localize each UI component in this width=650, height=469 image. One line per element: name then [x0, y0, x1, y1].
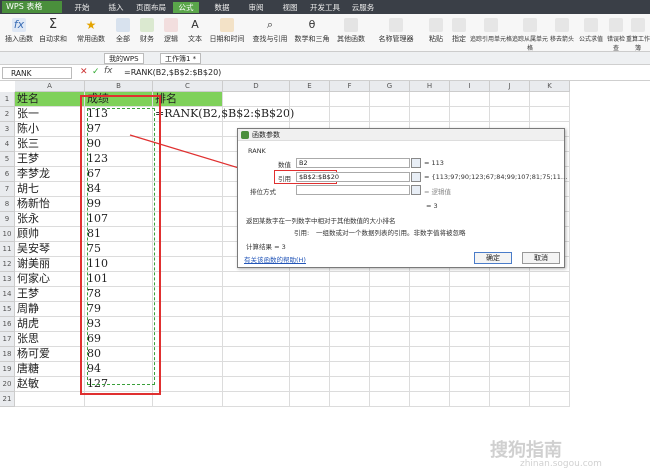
fx-icon[interactable]: fx	[104, 66, 113, 76]
ok-button[interactable]: 确定	[474, 252, 512, 264]
logic-button[interactable]: 逻辑	[160, 16, 182, 50]
doc-tab-workbook[interactable]: 工作簿1 *	[160, 53, 202, 64]
trace-dependents-button[interactable]: 追踪从属单元格	[512, 16, 548, 52]
finance-button[interactable]: 财务	[136, 16, 158, 50]
arg2-label: 引用	[278, 175, 291, 183]
arg3-result: = 逻辑值	[424, 188, 452, 196]
remove-arrows-button[interactable]: 移去箭头	[548, 16, 576, 50]
menu-tab-developer[interactable]: 开发工具	[308, 2, 342, 13]
common-functions-button[interactable]: ★ 常用函数	[72, 16, 110, 50]
menu-tab-cloud[interactable]: 云服务	[348, 2, 378, 13]
menu-tab-page-layout[interactable]: 页面布局	[136, 2, 166, 13]
menu-tab-home[interactable]: 开始	[70, 2, 94, 13]
calendar-icon	[220, 18, 234, 32]
fx-icon: fx	[12, 18, 26, 32]
calc-result: 计算结果 = 3	[246, 243, 286, 251]
arg3-label: 排位方式	[250, 188, 276, 196]
search-icon: ⌕	[266, 18, 274, 31]
star-icon: ★	[85, 18, 97, 32]
menu-tab-formula[interactable]: 公式	[173, 2, 199, 13]
trace-precedents-button[interactable]: 追踪引用单元格	[470, 16, 512, 50]
ribbon: fx 插入函数 Σ 自动求和 ★ 常用函数 全部 财务 逻辑 A 文本 日期和时间 ⌕ 查…	[0, 14, 650, 52]
ref-description: 一组数或对一个数据列表的引用。非数字值将被忽略	[316, 229, 466, 237]
formula-input[interactable]: =RANK(B2,$B$2:$B$20)	[124, 67, 644, 79]
evaluate-icon	[584, 18, 598, 32]
dialog-app-icon	[241, 131, 249, 139]
evaluate-formula-button[interactable]: 公式求值	[576, 16, 606, 50]
autosum-button[interactable]: Σ 自动求和	[36, 16, 70, 50]
formula-bar: RANK ✕ ✓ fx =RANK(B2,$B$2:$B$20)	[0, 65, 650, 81]
more-functions-icon	[344, 18, 358, 32]
doc-tab-my-wps[interactable]: 我的WPS	[104, 53, 144, 64]
quick-toolbar: 我的WPS 工作簿1 *	[0, 52, 650, 65]
logic-icon	[164, 18, 178, 32]
other-functions-button[interactable]: 其他函数	[334, 16, 368, 50]
theta-icon: θ	[308, 18, 316, 31]
remove-arrow-icon	[555, 18, 569, 32]
function-description: 返回某数字在一列数字中相对于其他数值的大小排名	[246, 217, 396, 225]
wps-app-button[interactable]: WPS 表格	[2, 1, 62, 13]
recalculate-button[interactable]: 重算工作簿	[626, 16, 650, 52]
recalc-icon	[631, 18, 645, 32]
arg1-result: = 113	[424, 159, 444, 167]
math-trig-button[interactable]: θ 数学和三角	[292, 16, 332, 50]
trace-icon	[484, 18, 498, 32]
arg1-collapse-icon[interactable]	[411, 158, 421, 168]
date-time-button[interactable]: 日期和时间	[208, 16, 246, 50]
arg2-result: = {113;97;90;123;67;84;99;107;81;75;11…	[424, 173, 568, 181]
title-bar: WPS 表格 开始 插入 页面布局 公式 数据 审阅 视图 开发工具 云服务	[0, 0, 650, 14]
arg3-input[interactable]	[296, 185, 410, 195]
arg1-input[interactable]: B2	[296, 158, 410, 168]
arg2-input[interactable]: $B$2:$B$20	[296, 172, 410, 182]
error-check-icon	[609, 18, 623, 32]
name-box[interactable]: RANK	[2, 67, 72, 79]
trace-dependents-icon	[523, 18, 537, 32]
watermark-url: zhinan.sogou.com	[520, 459, 602, 469]
specify-icon	[452, 18, 466, 32]
menu-tab-insert[interactable]: 插入	[104, 2, 128, 13]
paste-icon	[429, 18, 443, 32]
cancel-button[interactable]: 取消	[522, 252, 560, 264]
arg2-collapse-icon[interactable]	[411, 172, 421, 182]
arg1-label: 数值	[278, 161, 291, 169]
menu-tab-data[interactable]: 数据	[210, 2, 234, 13]
name-manager-button[interactable]: 名称管理器	[378, 16, 414, 50]
error-check-button[interactable]: 错误检查	[606, 16, 626, 52]
dialog-title: 函数参数	[238, 129, 564, 141]
tag-icon	[389, 18, 403, 32]
insert-function-button[interactable]: fx 插入函数	[4, 16, 34, 50]
text-icon: A	[191, 18, 199, 31]
specify-button[interactable]: 指定	[448, 16, 470, 50]
calculator-icon	[116, 18, 130, 32]
function-name: RANK	[248, 147, 266, 155]
text-button[interactable]: A 文本	[184, 16, 206, 50]
ref-desc-label: 引用:	[294, 229, 310, 237]
cancel-icon[interactable]: ✕	[80, 67, 88, 77]
overall-result: = 3	[426, 202, 438, 210]
arg3-collapse-icon[interactable]	[411, 185, 421, 195]
sigma-icon: Σ	[48, 17, 58, 32]
finance-icon	[140, 18, 154, 32]
menu-tab-review[interactable]: 审阅	[244, 2, 268, 13]
confirm-icon[interactable]: ✓	[92, 67, 100, 77]
help-link[interactable]: 有关该函数的帮助(H)	[244, 254, 306, 264]
function-arguments-dialog: 函数参数 RANK 数值 B2 = 113 引用 $B$2:$B$20 = {1…	[237, 128, 568, 268]
menu-tab-view[interactable]: 视图	[278, 2, 302, 13]
all-functions-button[interactable]: 全部	[112, 16, 134, 50]
lookup-reference-button[interactable]: ⌕ 查找与引用	[250, 16, 290, 50]
paste-name-button[interactable]: 粘贴	[424, 16, 448, 50]
